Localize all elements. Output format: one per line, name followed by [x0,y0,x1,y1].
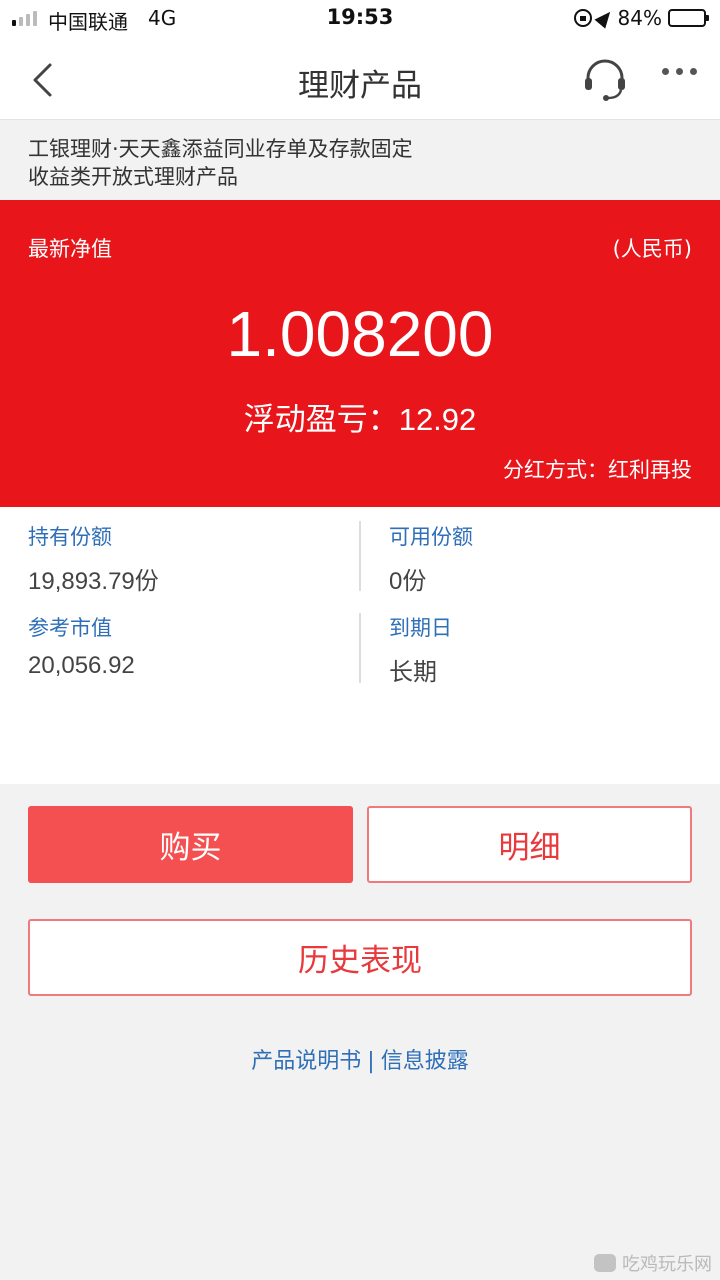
available-shares-label: 可用份额 [389,525,473,549]
holdings-panel: 持有份额 19,893.79份 可用份额 0份 参考市值 20,056.92 到… [0,507,720,784]
maturity-date: 到期日 长期 [389,612,689,687]
dividend-method: 分红方式：红利再投 [503,458,692,482]
more-icon[interactable] [662,68,697,75]
floating-pl-label: 浮动盈亏： [243,402,399,438]
product-name-line2: 收益类开放式理财产品 [28,165,238,189]
watermark-logo-icon [594,1254,616,1272]
market-value-label: 参考市值 [28,616,112,640]
watermark: 吃鸡玩乐网 [594,1250,712,1276]
rotation-lock-icon [573,9,592,27]
divider [359,613,361,683]
net-value-panel: 最新净值 (人民币) 1.008200 浮动盈亏：12.92 分红方式：红利再投 [0,200,720,507]
product-name-line1: 工银理财·天天鑫添益同业存单及存款固定 [28,137,413,161]
footer-links: 产品说明书 | 信息披露 [0,1043,720,1075]
nav-bar: 理财产品 [0,38,720,120]
available-shares: 可用份额 0份 [389,521,689,596]
history-performance-button[interactable]: 历史表现 [28,919,692,996]
maturity-date-value: 长期 [389,659,437,686]
status-bar: 中国联通 4G 19:53 84% [0,0,720,38]
floating-pl: 浮动盈亏：12.92 [0,394,720,439]
prospectus-link[interactable]: 产品说明书 [251,1049,361,1074]
net-value-label: 最新净值 [28,237,112,261]
maturity-date-label: 到期日 [389,616,452,640]
market-value: 参考市值 20,056.92 [28,612,328,680]
link-separator: | [367,1049,375,1074]
product-name: 工银理财·天天鑫添益同业存单及存款固定 收益类开放式理财产品 [0,121,720,200]
divider [359,521,361,591]
held-shares-value: 19,893.79份 [28,568,159,595]
market-value-value: 20,056.92 [28,652,135,679]
held-shares: 持有份额 19,893.79份 [28,521,328,596]
headset-icon[interactable] [582,56,628,102]
available-shares-value: 0份 [389,568,427,595]
detail-button[interactable]: 明细 [367,806,692,883]
held-shares-label: 持有份额 [28,525,112,549]
buy-button[interactable]: 购买 [28,806,353,883]
status-right-group: 84% [573,6,709,30]
location-arrow-icon [594,7,616,29]
net-value: 1.008200 [226,298,494,370]
currency-label: (人民币) [612,237,692,261]
battery-icon [668,9,709,27]
watermark-text: 吃鸡玩乐网 [622,1254,712,1275]
battery-percent: 84% [617,6,662,30]
disclosure-link[interactable]: 信息披露 [381,1049,469,1074]
floating-pl-value: 12.92 [398,402,477,437]
